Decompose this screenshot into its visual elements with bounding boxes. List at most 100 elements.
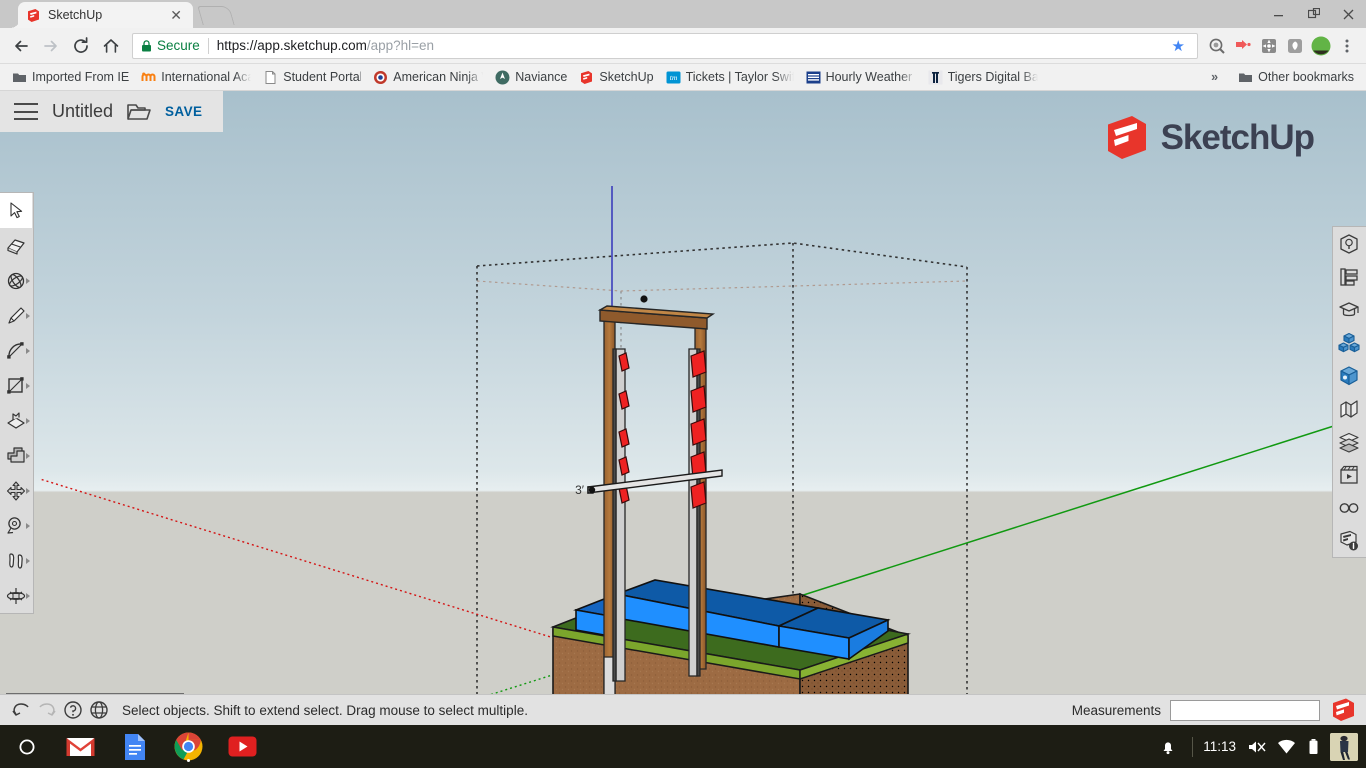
bookmarks-bar: Imported From IE International Academy S… <box>0 64 1366 91</box>
components-icon <box>1338 332 1360 352</box>
undo-icon[interactable] <box>8 697 34 723</box>
folder-icon <box>12 70 27 85</box>
crossbar-endpoint-dot <box>588 486 596 494</box>
sketchup-logo: SketchUp <box>1103 114 1315 161</box>
clock[interactable]: 11:13 <box>1203 739 1236 754</box>
open-folder-icon[interactable] <box>126 101 152 123</box>
sketchup-status-logo-icon <box>1330 697 1356 723</box>
styles-panel[interactable] <box>1333 392 1365 425</box>
measurements-input[interactable] <box>1170 699 1320 721</box>
offset-icon <box>7 446 25 463</box>
entity-info-panel[interactable] <box>1333 227 1365 260</box>
bookmark-sketchup[interactable]: SketchUp <box>573 68 659 87</box>
forward-button[interactable] <box>36 31 66 61</box>
launcher-icon[interactable] <box>12 732 41 761</box>
view-glasses-panel[interactable] <box>1333 491 1365 524</box>
google-docs-icon[interactable] <box>120 732 149 761</box>
bookmark-tigers-digital-ballpark[interactable]: Tigers Digital Ballpark <box>922 68 1044 87</box>
bookmark-tickets-taylor-swift[interactable]: tm Tickets | Taylor Swift <box>660 68 800 87</box>
profile-avatar-icon[interactable] <box>1308 33 1334 59</box>
rectangle-tool[interactable] <box>0 368 32 403</box>
section-plane-icon <box>6 587 26 604</box>
bookmark-naviance[interactable]: Naviance <box>489 68 573 87</box>
lock-icon <box>141 40 152 52</box>
chrome-menu-icon[interactable] <box>1334 33 1360 59</box>
flyout-caret-icon <box>26 347 30 354</box>
new-tab-button[interactable] <box>197 6 235 25</box>
outliner-panel[interactable] <box>1333 260 1365 293</box>
flyout-caret-icon <box>26 382 30 389</box>
chrome-icon[interactable] <box>174 732 203 762</box>
layers-panel[interactable] <box>1333 425 1365 458</box>
maximize-button[interactable] <box>1296 0 1331 28</box>
svg-text:tm: tm <box>669 73 677 82</box>
graduation-cap-icon <box>1339 301 1359 316</box>
eraser-icon <box>7 238 25 255</box>
bookmarks-overflow-chevron[interactable]: » <box>1201 68 1228 86</box>
youtube-icon[interactable] <box>228 732 257 761</box>
minimize-button[interactable] <box>1261 0 1296 28</box>
tape-measure-tool[interactable] <box>0 508 32 543</box>
flyout-caret-icon <box>26 452 30 459</box>
section-plane-tool[interactable] <box>0 578 32 613</box>
selection-endpoint-dot <box>640 295 648 303</box>
tab-title: SketchUp <box>48 8 103 22</box>
extension-shield-icon[interactable] <box>1282 33 1308 59</box>
bookmark-label: Hourly Weather Forecast <box>825 70 916 84</box>
orbit-tool[interactable] <box>0 263 32 298</box>
tray-divider <box>1192 736 1194 757</box>
extension-redirect-icon[interactable] <box>1230 33 1256 59</box>
reload-button[interactable] <box>66 31 96 61</box>
eraser-tool[interactable] <box>0 228 32 263</box>
user-avatar[interactable] <box>1330 732 1358 761</box>
arc-tool[interactable] <box>0 333 32 368</box>
flyout-caret-icon <box>26 417 30 424</box>
help-icon[interactable] <box>60 697 86 723</box>
bookmark-hourly-weather-forecast[interactable]: Hourly Weather Forecast <box>800 68 922 87</box>
back-button[interactable] <box>6 31 36 61</box>
bell-icon[interactable] <box>1153 732 1182 761</box>
scenes-panel[interactable] <box>1333 458 1365 491</box>
materials-panel[interactable] <box>1333 359 1365 392</box>
offset-tool[interactable] <box>0 438 32 473</box>
line-tool[interactable] <box>0 298 32 333</box>
instructor-panel[interactable] <box>1333 293 1365 326</box>
flyout-caret-icon <box>26 487 30 494</box>
bookmark-star-icon[interactable]: ★ <box>1168 37 1189 55</box>
sketchup-icon <box>579 70 594 85</box>
geo-location-icon[interactable] <box>86 697 112 723</box>
address-bar[interactable]: Secure https://app.sketchup.com/app?hl=e… <box>132 32 1198 59</box>
bookmark-american-ninja-warrior[interactable]: American Ninja Warrior <box>367 68 489 87</box>
url-path: /app?hl=en <box>366 38 435 53</box>
scenes-filmstrip-icon <box>1340 465 1358 484</box>
bookmark-student-portal[interactable]: Student Portal <box>257 68 367 87</box>
pushpull-tool[interactable] <box>0 403 32 438</box>
model-info-panel[interactable] <box>1333 524 1365 557</box>
hamburger-menu-icon[interactable] <box>14 103 38 120</box>
wifi-icon[interactable] <box>1276 732 1296 761</box>
components-panel[interactable] <box>1333 326 1365 359</box>
redo-icon[interactable] <box>34 697 60 723</box>
bookmark-international-academy[interactable]: International Academy <box>135 68 257 87</box>
walk-tool[interactable] <box>0 543 32 578</box>
close-window-button[interactable] <box>1331 0 1366 28</box>
other-bookmarks-folder[interactable]: Other bookmarks <box>1232 68 1360 87</box>
select-tool[interactable] <box>0 193 32 228</box>
model-viewport[interactable]: 3′ <box>0 91 1366 725</box>
tab-close-icon[interactable]: ✕ <box>167 8 185 22</box>
bookmarks-overflow: » Other bookmarks <box>1201 68 1360 87</box>
browser-tab-sketchup[interactable]: SketchUp ✕ <box>10 2 193 28</box>
flyout-caret-icon <box>26 522 30 529</box>
move-tool[interactable] <box>0 473 32 508</box>
arrow-cursor-icon <box>9 202 22 219</box>
battery-icon[interactable] <box>1306 732 1320 761</box>
home-button[interactable] <box>96 31 126 61</box>
volume-muted-icon[interactable] <box>1246 732 1266 761</box>
extension-hangouts-icon[interactable] <box>1204 33 1230 59</box>
extension-puzzle-icon[interactable] <box>1256 33 1282 59</box>
gmail-icon[interactable] <box>66 732 95 761</box>
save-button[interactable]: SAVE <box>165 104 202 119</box>
url-text: https://app.sketchup.com/app?hl=en <box>217 38 434 53</box>
bookmark-imported-from-ie[interactable]: Imported From IE <box>6 68 135 87</box>
rectangle-icon <box>7 376 24 394</box>
